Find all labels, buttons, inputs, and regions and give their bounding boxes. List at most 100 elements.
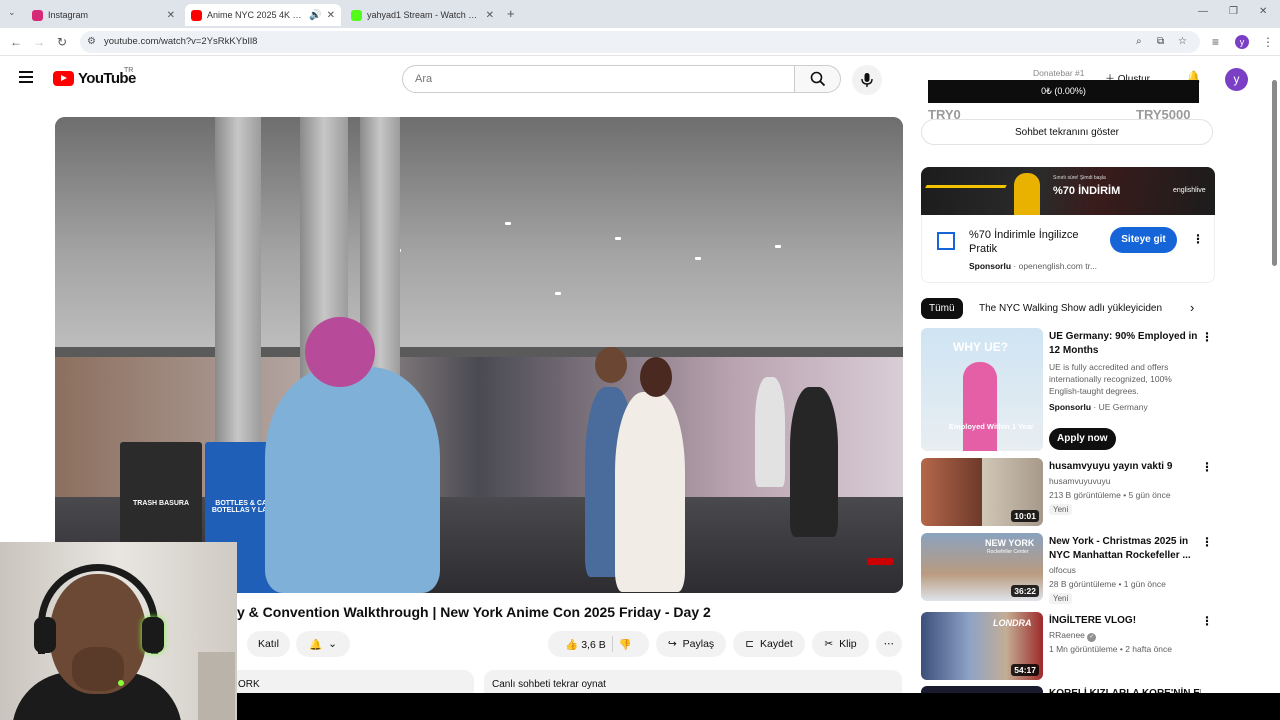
youtube-logo[interactable]: YouTube TR (53, 67, 136, 87)
banner-brand: englishlive (1173, 187, 1206, 194)
thumbnail: WHY UE? Employed Within 1 Year (921, 328, 1043, 451)
like-count: 3,6 B (581, 638, 606, 651)
save-button[interactable]: ⊏ Kaydet (733, 631, 805, 657)
show-chat-button[interactable]: Sohbet tekranını göster (921, 119, 1213, 145)
more-options-icon[interactable]: ⋮ (1201, 460, 1213, 474)
rec-channel: olfocus (1049, 565, 1076, 575)
recommendation-item[interactable]: 10:01 husamvyuyu yayın vakti 9 husamvuyu… (921, 458, 1215, 526)
thumb-text: WHY UE? (953, 340, 1009, 354)
more-actions-button[interactable]: ⋯ (876, 631, 902, 657)
thumbnail: LONDRA 54:17 (921, 612, 1043, 680)
more-options-icon[interactable]: ⋮ (1201, 535, 1213, 549)
thumbs-down-icon: 👎 (618, 638, 632, 651)
back-icon[interactable]: ← (10, 35, 22, 49)
bookmark-star-icon[interactable]: ☆ (1178, 36, 1187, 47)
new-tab-button[interactable]: + (507, 6, 515, 21)
zoom-icon[interactable]: ⌕ (1136, 36, 1142, 47)
maximize-icon[interactable]: ❐ (1229, 6, 1238, 17)
search-button[interactable] (795, 65, 841, 93)
description-snippet: ORK (238, 679, 260, 690)
ad-title: %70 İndirimle İngilizce Pratik (969, 229, 1079, 255)
rec-channel: RRaenee (1049, 630, 1085, 640)
more-options-icon[interactable]: ⋮ (1201, 330, 1213, 344)
rec-meta: 213 B görüntüleme • 5 gün önce (1049, 490, 1171, 500)
scrollbar-thumb[interactable] (1272, 80, 1277, 266)
recommendation-item[interactable]: NEW YORK Rockefeller Center 36:22 New Yo… (921, 533, 1215, 604)
ad-banner-image[interactable]: Sınırlı süre! Şimdi başla %70 İNDİRİM en… (921, 167, 1215, 215)
join-button[interactable]: Katıl (247, 631, 290, 657)
install-icon[interactable]: ⧉ (1157, 36, 1164, 47)
close-window-icon[interactable]: ✕ (1259, 6, 1267, 17)
forward-icon[interactable]: → (33, 35, 45, 49)
share-label: Paylaş (682, 638, 715, 650)
site-info-icon[interactable]: ⚙ (87, 36, 96, 47)
rec-sponsor-line: Sponsorlu · UE Germany (1049, 402, 1148, 412)
channel-watermark (867, 558, 893, 565)
account-avatar[interactable]: y (1225, 68, 1248, 91)
menu-icon[interactable] (19, 71, 33, 86)
more-options-icon[interactable]: ⋮ (1201, 614, 1213, 628)
recommendation-item[interactable]: LONDRA 54:17 İNGİLTERE VLOG! RRaenee ✓ 1… (921, 612, 1215, 680)
chip-all[interactable]: Tümü (921, 298, 963, 319)
rec-meta: 1 Mn görüntüleme • 2 hafta önce (1049, 644, 1172, 654)
youtube-play-icon (53, 71, 74, 86)
scissors-icon: ✂ (824, 638, 834, 650)
cosplayer-figure (265, 367, 440, 593)
video-title: y & Convention Walkthrough | New York An… (237, 604, 711, 620)
bell-icon: 🔔 (309, 638, 323, 651)
rec-title: husamvyuyu yayın vakti 9 (1049, 461, 1173, 472)
clip-button[interactable]: ✂ Klip (812, 631, 869, 657)
browser-profile-avatar[interactable]: y (1235, 35, 1249, 49)
video-duration: 36:22 (1011, 585, 1039, 597)
rec-title: UE Germany: 90% Employed in 12 Months (1049, 331, 1198, 356)
share-button[interactable]: ↪ Paylaş (656, 631, 726, 657)
chevron-down-icon: ⌄ (328, 638, 337, 650)
speaker-icon[interactable]: 🔊 (309, 10, 321, 21)
close-tab-icon[interactable]: ✕ (486, 10, 494, 21)
dislike-button[interactable]: 👎 (619, 638, 632, 651)
ad-sponsored: Sponsorlu (969, 261, 1012, 271)
scene-light (695, 257, 701, 260)
video-duration: 54:17 (1011, 664, 1039, 676)
playlist-icon[interactable]: ≡ (1212, 35, 1219, 49)
headset-mic-light (118, 680, 124, 686)
banner-small-text: Sınırlı süre! Şimdi başla (1053, 175, 1106, 181)
rec-description: UE is fully accredited and offers intern… (1049, 362, 1172, 396)
instagram-icon (32, 9, 43, 21)
tab-label: Instagram (48, 10, 89, 20)
tab-kick[interactable]: yahyad1 Stream - Watch Live o ✕ (345, 4, 500, 26)
search-field[interactable] (402, 65, 795, 93)
chip-uploader[interactable]: The NYC Walking Show adlı yükleyiciden (971, 298, 1170, 319)
voice-search-button[interactable] (852, 65, 882, 95)
ad-meta: Sponsorlu · openenglish.com tr... (969, 261, 1098, 271)
search-input[interactable] (403, 66, 794, 92)
verified-icon: ✓ (1087, 633, 1097, 642)
rec-channel-line: RRaenee ✓ (1049, 630, 1097, 642)
visit-site-button[interactable]: Siteye git (1110, 227, 1177, 253)
person-figure (755, 377, 785, 487)
tab-search-icon[interactable]: ⌄ (8, 7, 16, 18)
banner-person (1014, 173, 1040, 215)
thumbs-up-icon: 👍 (565, 638, 579, 651)
video-player[interactable]: TRASH BASURA BOTTLES & CANS BOTELLAS Y L… (55, 117, 903, 593)
recommendation-sponsored[interactable]: WHY UE? Employed Within 1 Year UE German… (921, 328, 1215, 452)
tab-youtube[interactable]: Anime NYC 2025 4K Cospl 🔊 ✕ (185, 4, 341, 26)
close-tab-icon[interactable]: ✕ (327, 10, 335, 21)
replay-chat-label: Canlı sohbeti tekrar oynat (492, 679, 606, 690)
ad-card[interactable]: %70 İndirimle İngilizce Pratik Sponsorlu… (921, 215, 1215, 283)
tab-instagram[interactable]: Instagram ✕ (26, 4, 181, 26)
thumb-caption: Employed Within 1 Year (949, 422, 1034, 431)
ad-more-icon[interactable]: ⋮ (1192, 232, 1204, 246)
minimize-icon[interactable]: — (1198, 6, 1208, 17)
url-field[interactable]: ⚙ youtube.com/watch?v=2YsRkKYbIl8 ⌕ ⧉ ☆ (80, 31, 1200, 53)
subscribe-notifications-button[interactable]: 🔔 ⌄ (296, 631, 350, 657)
person-head (640, 357, 672, 397)
chevron-right-icon[interactable]: › (1190, 300, 1194, 315)
browser-menu-icon[interactable]: ⋮ (1262, 35, 1274, 49)
apply-now-button[interactable]: Apply now (1049, 428, 1116, 450)
scene-light (615, 237, 621, 240)
search-icon (810, 71, 825, 87)
like-button[interactable]: 👍 3,6 B (565, 638, 606, 651)
reload-icon[interactable]: ↻ (57, 35, 67, 49)
close-tab-icon[interactable]: ✕ (167, 10, 175, 21)
